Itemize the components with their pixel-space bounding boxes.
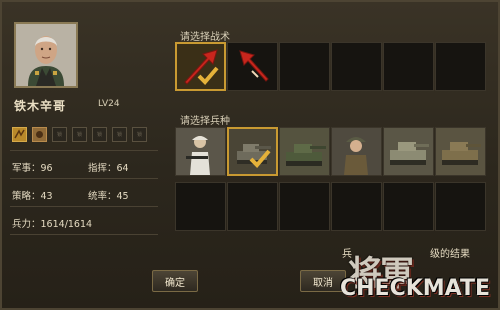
tank-icon [384,128,433,175]
tactic-slot[interactable] [175,42,226,91]
stat-leadership: 统率：45 [88,191,129,202]
skill-slot-locked: 锁 [72,127,87,142]
tank-icon [436,128,485,175]
stat-command: 指挥：64 [88,163,129,174]
unit-slot-empty[interactable] [383,182,434,231]
unit-slot-empty[interactable] [331,182,382,231]
skill-row: 锁 锁 锁 锁 锁 [12,127,147,142]
tactic-slot-empty[interactable] [435,42,486,91]
unit-slot-empty[interactable] [227,182,278,231]
skill-icon [14,129,25,139]
skill-icon [36,131,43,138]
red-arrow-icon [239,50,269,82]
tactic-slot-empty[interactable] [279,42,330,91]
units-slot-row [175,127,486,176]
soldier-icon [332,128,381,175]
tank-icon [280,128,329,175]
skill-slot-locked: 锁 [92,127,107,142]
skill-slot-locked: 锁 [52,127,67,142]
tactics-slot-row [175,42,486,91]
divider [10,234,158,235]
tactic-slot-empty[interactable] [331,42,382,91]
stat-strategy: 策略：43 [12,191,53,202]
unit-slot-empty[interactable] [435,182,486,231]
unit-slot[interactable] [175,127,226,176]
units-slot-row-2 [175,182,486,231]
checkmate-logo-en: CHECKMATE [340,276,491,301]
general-portrait [14,22,78,88]
general-name: 铁木辛哥 [14,99,67,113]
tactic-slot[interactable] [227,42,278,91]
confirm-button[interactable]: 确定 [152,270,198,292]
skill-slot-locked: 锁 [132,127,147,142]
red-arrow-icon [184,49,219,85]
stat-troops: 兵力：1614/1614 [12,219,93,230]
unit-slot[interactable] [331,127,382,176]
skill-slot[interactable] [32,127,47,142]
artillery-icon [229,129,276,174]
unit-slot[interactable] [435,127,486,176]
general-portrait-image [16,24,76,86]
unit-slot[interactable] [279,127,330,176]
stat-military: 军事：96 [12,163,53,174]
unit-slot[interactable] [227,127,278,176]
skill-slot-locked: 锁 [112,127,127,142]
divider [10,206,158,207]
units-title: 请选择兵种 [180,116,230,127]
divider [10,150,158,151]
tactic-slot-empty[interactable] [383,42,434,91]
infantry-icon [176,128,225,175]
skill-slot[interactable] [12,127,27,142]
battle-setup-panel: 铁木辛哥 LV24 锁 锁 锁 锁 锁 军事：96 指挥：64 策略：43 统率… [0,0,500,310]
tactics-title: 请选择战术 [180,32,230,43]
unit-slot-empty[interactable] [279,182,330,231]
divider [10,178,158,179]
general-level: LV24 [98,99,120,109]
unit-slot-empty[interactable] [175,182,226,231]
unit-slot[interactable] [383,127,434,176]
